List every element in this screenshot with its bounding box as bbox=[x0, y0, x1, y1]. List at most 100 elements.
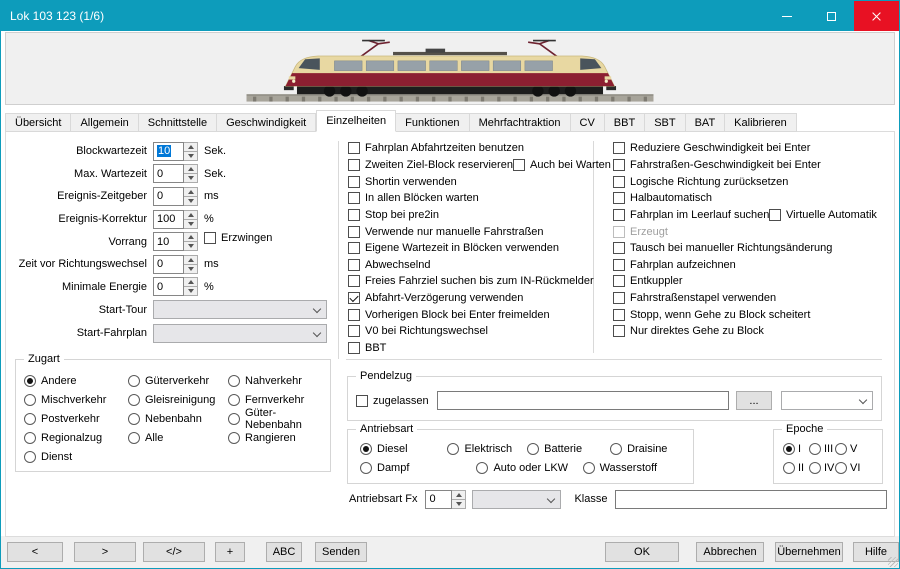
checkbox-box[interactable] bbox=[348, 259, 360, 271]
spin-value-box[interactable]: 10 bbox=[153, 142, 184, 161]
radio-regionalzug[interactable]: Regionalzug bbox=[24, 428, 106, 447]
spinner-buttons[interactable] bbox=[184, 277, 198, 296]
checkbox-abwechselnd[interactable]: Abwechselnd bbox=[348, 256, 594, 273]
checkbox-freies-fahrziel-suchen-bis-zum-in-r-ckmelder[interactable]: Freies Fahrziel suchen bis zum IN-Rückme… bbox=[348, 273, 594, 290]
spin-value-box[interactable]: 0 bbox=[153, 277, 184, 296]
checkbox-zweiten-ziel-block-reservieren[interactable]: Zweiten Ziel-Block reservieren.Auch bei … bbox=[348, 157, 594, 174]
vorrang-spinner[interactable]: 10 bbox=[153, 232, 198, 251]
pendelzug-browse-button[interactable]: ... bbox=[736, 391, 772, 410]
radio-mischverkehr[interactable]: Mischverkehr bbox=[24, 391, 106, 410]
checkbox-reduziere-geschwindigkeit-bei-enter[interactable]: Reduziere Geschwindigkeit bei Enter bbox=[613, 140, 832, 157]
radio-nebenbahn[interactable]: Nebenbahn bbox=[128, 410, 215, 429]
checkbox-box[interactable] bbox=[348, 242, 360, 254]
checkbox-bbt[interactable]: BBT bbox=[348, 340, 594, 357]
checkbox-fahrstra-en-geschwindigkeit-bei-enter[interactable]: Fahrstraßen-Geschwindigkeit bei Enter bbox=[613, 157, 832, 174]
footer-button-senden[interactable]: Senden bbox=[315, 542, 367, 562]
tab-bbt[interactable]: BBT bbox=[605, 113, 645, 132]
titlebar[interactable]: Lok 103 123 (1/6) bbox=[1, 1, 899, 31]
tab-cv[interactable]: CV bbox=[571, 113, 605, 132]
close-button[interactable] bbox=[854, 1, 899, 31]
spin-down-icon[interactable] bbox=[184, 196, 197, 205]
footer-button-bernehmen[interactable]: Übernehmen bbox=[775, 542, 843, 562]
spin-value-box[interactable]: 0 bbox=[153, 164, 184, 183]
radio-wasserstoff[interactable]: Wasserstoff bbox=[583, 462, 693, 474]
radio-alle[interactable]: Alle bbox=[128, 428, 215, 447]
checkbox-virtuelle-automatik[interactable]: Virtuelle Automatik bbox=[769, 209, 877, 221]
checkbox-box[interactable] bbox=[613, 176, 625, 188]
spinner-buttons[interactable] bbox=[184, 164, 198, 183]
checkbox-box[interactable] bbox=[613, 192, 625, 204]
footer-button-[interactable]: + bbox=[215, 542, 245, 562]
checkbox-shortin-verwenden[interactable]: Shortin verwenden bbox=[348, 173, 594, 190]
checkbox-box[interactable] bbox=[613, 242, 625, 254]
footer-button-ok[interactable]: OK bbox=[605, 542, 679, 562]
spin-up-icon[interactable] bbox=[184, 211, 197, 219]
checkbox-box[interactable] bbox=[513, 159, 525, 171]
pendelzug-combobox[interactable] bbox=[781, 391, 873, 410]
checkbox-box[interactable] bbox=[348, 192, 360, 204]
radio-auto-oder-lkw[interactable]: Auto oder LKW bbox=[476, 462, 582, 474]
start-tour-combobox[interactable] bbox=[153, 300, 327, 319]
footer-button-[interactable]: < bbox=[7, 542, 63, 562]
tab-bat[interactable]: BAT bbox=[686, 113, 726, 132]
spin-down-icon[interactable] bbox=[184, 241, 197, 250]
zeit-vor-richtungswechsel-spinner[interactable]: 0 bbox=[153, 255, 198, 274]
spin-up-icon[interactable] bbox=[184, 233, 197, 241]
spin-value-box[interactable]: 0 bbox=[153, 187, 184, 206]
tab-geschwindigkeit[interactable]: Geschwindigkeit bbox=[217, 113, 316, 132]
radio-g-terverkehr[interactable]: Güterverkehr bbox=[128, 372, 215, 391]
spin-down-icon[interactable] bbox=[184, 173, 197, 182]
checkbox-nur-direktes-gehe-zu-block[interactable]: Nur direktes Gehe zu Block bbox=[613, 323, 832, 340]
tab-einzelheiten[interactable]: Einzelheiten bbox=[316, 110, 396, 132]
tab-mehrfachtraktion[interactable]: Mehrfachtraktion bbox=[470, 113, 571, 132]
checkbox-box[interactable] bbox=[348, 142, 360, 154]
max-wartezeit-spinner[interactable]: 0 bbox=[153, 164, 198, 183]
footer-button-[interactable]: > bbox=[74, 542, 136, 562]
checkbox-tausch-bei-manueller-richtungs-nderung[interactable]: Tausch bei manueller Richtungsänderung bbox=[613, 240, 832, 257]
checkbox-box[interactable] bbox=[613, 292, 625, 304]
checkbox-halbautomatisch[interactable]: Halbautomatisch bbox=[613, 190, 832, 207]
spin-up-icon[interactable] bbox=[452, 491, 465, 499]
footer-button-abbrechen[interactable]: Abbrechen bbox=[696, 542, 764, 562]
blockwartezeit-spinner[interactable]: 10 bbox=[153, 142, 198, 161]
ereignis-korrektur-spinner[interactable]: 100 bbox=[153, 210, 198, 229]
radio-dampf[interactable]: Dampf bbox=[360, 462, 476, 474]
spin-down-icon[interactable] bbox=[184, 264, 197, 273]
checkbox-box[interactable] bbox=[204, 232, 216, 244]
spinner-buttons[interactable] bbox=[184, 142, 198, 161]
checkbox-v0-bei-richtungswechsel[interactable]: V0 bei Richtungswechsel bbox=[348, 323, 594, 340]
radio-epoche-ii[interactable]: II bbox=[783, 462, 809, 474]
checkbox-box[interactable] bbox=[348, 292, 360, 304]
minimale-energie-spinner[interactable]: 0 bbox=[153, 277, 198, 296]
checkbox-auch-bei-warten[interactable]: Auch bei Warten bbox=[513, 159, 611, 171]
footer-button-[interactable]: </> bbox=[143, 542, 205, 562]
radio-diesel[interactable]: Diesel bbox=[360, 443, 447, 455]
tab-kalibrieren[interactable]: Kalibrieren bbox=[725, 113, 797, 132]
radio-epoche-iii[interactable]: III bbox=[809, 443, 835, 455]
tab-schnittstelle[interactable]: Schnittstelle bbox=[139, 113, 217, 132]
checkbox-vorherigen-block-bei-enter-freimelden[interactable]: Vorherigen Block bei Enter freimelden bbox=[348, 306, 594, 323]
spin-up-icon[interactable] bbox=[184, 256, 197, 264]
pendelzug-zugelassen-checkbox[interactable] bbox=[356, 395, 368, 407]
checkbox-in-allen-bl-cken-warten[interactable]: In allen Blöcken warten bbox=[348, 190, 594, 207]
checkbox-box[interactable] bbox=[613, 325, 625, 337]
checkbox-eigene-wartezeit-in-bl-cken-verwenden[interactable]: Eigene Wartezeit in Blöcken verwenden bbox=[348, 240, 594, 257]
checkbox-box[interactable] bbox=[348, 309, 360, 321]
checkbox-box[interactable] bbox=[348, 275, 360, 287]
pendelzug-input[interactable] bbox=[437, 391, 729, 410]
spin-up-icon[interactable] bbox=[184, 165, 197, 173]
radio-postverkehr[interactable]: Postverkehr bbox=[24, 410, 106, 429]
checkbox-box[interactable] bbox=[613, 209, 625, 221]
radio-andere[interactable]: Andere bbox=[24, 372, 106, 391]
footer-button-abc[interactable]: ABC bbox=[266, 542, 302, 562]
tab-funktionen[interactable]: Funktionen bbox=[396, 113, 469, 132]
radio-elektrisch[interactable]: Elektrisch bbox=[447, 443, 527, 455]
radio-nahverkehr[interactable]: Nahverkehr bbox=[228, 372, 330, 391]
spin-down-icon[interactable] bbox=[184, 286, 197, 295]
minimize-button[interactable] bbox=[764, 1, 809, 31]
checkbox-box[interactable] bbox=[769, 209, 781, 221]
antriebsart-fx-combobox[interactable] bbox=[472, 490, 561, 509]
start-fahrplan-combobox[interactable] bbox=[153, 324, 327, 343]
spinner-buttons[interactable] bbox=[184, 187, 198, 206]
spin-value-box[interactable]: 0 bbox=[153, 255, 184, 274]
